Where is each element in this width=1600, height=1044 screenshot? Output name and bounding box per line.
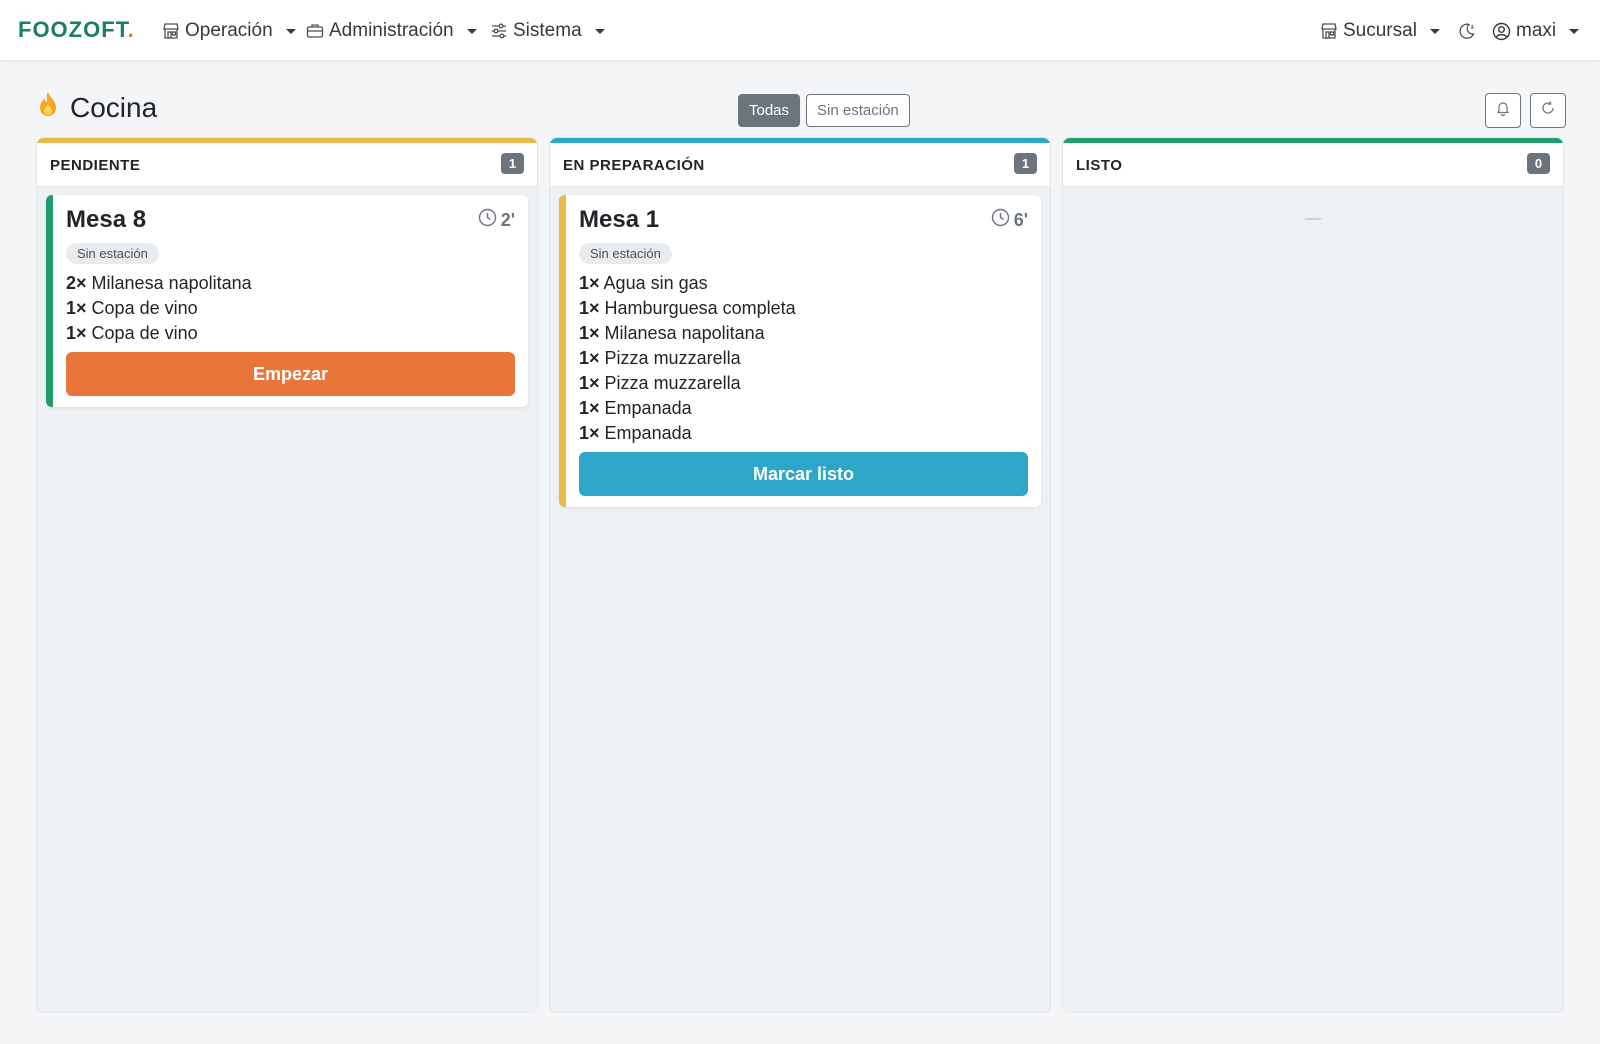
list-item: 1× Hamburguesa completa <box>579 298 796 318</box>
elapsed-time: 6' <box>991 208 1028 232</box>
list-item: 1× Milanesa napolitana <box>579 323 765 343</box>
filter-todas-button[interactable]: Todas <box>738 94 801 127</box>
card-title: Mesa 8 <box>66 206 147 233</box>
list-item: 1× Copa de vino <box>66 323 198 343</box>
nav-administracion-label: Administración <box>329 20 454 41</box>
clock-icon <box>991 208 1010 232</box>
count-badge: 0 <box>1527 153 1550 174</box>
card-accent-bar <box>559 195 566 507</box>
branch-label: Sucursal <box>1343 20 1417 41</box>
card-accent-bar <box>46 195 53 407</box>
column-header: LISTO 0 <box>1063 143 1563 187</box>
page-title: Cocina <box>36 91 157 124</box>
empty-placeholder: — <box>1305 210 1321 227</box>
station-chip: Sin estación <box>579 243 672 264</box>
order-card: Mesa 8 2' Sin estación 2× Milanesa napol… <box>46 195 528 407</box>
list-item: 1× Pizza muzzarella <box>579 373 741 393</box>
notifications-button[interactable] <box>1485 93 1521 128</box>
list-item: 2× Milanesa napolitana <box>66 273 252 293</box>
sliders-icon <box>490 22 508 40</box>
list-item: 1× Copa de vino <box>66 298 198 318</box>
chevron-down-icon <box>466 28 477 34</box>
column-title: EN PREPARACIÓN <box>563 157 705 174</box>
order-card: Mesa 1 6' Sin estación 1× Agua sin gas 1… <box>559 195 1041 507</box>
page-title-text: Cocina <box>70 91 158 123</box>
elapsed-time-value: 2' <box>500 209 515 230</box>
chevron-down-icon <box>1429 28 1440 34</box>
store-icon <box>162 22 180 40</box>
card-title: Mesa 1 <box>579 206 660 233</box>
column-pendiente: PENDIENTE 1 Mesa 8 2' Sin estación 2× Mi… <box>36 137 538 1013</box>
chevron-down-icon <box>1569 28 1580 34</box>
nav-operacion-menu[interactable]: Operación <box>162 18 296 44</box>
nav-administracion-menu[interactable]: Administración <box>306 18 477 44</box>
column-en-preparacion: EN PREPARACIÓN 1 Mesa 1 6' Sin estación … <box>549 137 1051 1013</box>
station-filter-group: Todas Sin estación <box>738 94 910 127</box>
top-navbar: FOOZOFT. Operación Administración Sistem… <box>0 0 1600 61</box>
list-item: 1× Empanada <box>579 398 692 418</box>
count-badge: 1 <box>501 153 524 174</box>
column-listo: LISTO 0 — <box>1062 137 1564 1013</box>
order-items-list: 1× Agua sin gas 1× Hamburguesa completa … <box>579 271 1028 446</box>
branch-selector[interactable]: Sucursal <box>1320 18 1440 44</box>
column-title: PENDIENTE <box>50 157 141 174</box>
clock-icon <box>478 208 497 232</box>
chevron-down-icon <box>285 28 296 34</box>
nav-sistema-menu[interactable]: Sistema <box>490 18 605 44</box>
filter-sin-estacion-button[interactable]: Sin estación <box>806 94 910 127</box>
bell-icon <box>1495 100 1511 121</box>
station-chip: Sin estación <box>66 243 159 264</box>
refresh-button[interactable] <box>1530 93 1566 128</box>
nav-operacion-label: Operación <box>185 20 273 41</box>
moon-icon <box>1458 22 1476 40</box>
nav-sistema-label: Sistema <box>513 20 582 41</box>
list-item: 1× Empanada <box>579 423 692 443</box>
count-badge: 1 <box>1014 153 1037 174</box>
user-menu[interactable]: maxi <box>1492 18 1580 44</box>
chevron-down-icon <box>594 28 605 34</box>
list-item: 1× Agua sin gas <box>579 273 708 293</box>
list-item: 1× Pizza muzzarella <box>579 348 741 368</box>
theme-toggle[interactable] <box>1458 18 1476 44</box>
refresh-icon <box>1540 100 1556 121</box>
column-title: LISTO <box>1076 157 1123 174</box>
brand-logo[interactable]: FOOZOFT. <box>18 17 135 43</box>
store-icon <box>1320 22 1338 40</box>
elapsed-time: 2' <box>478 208 515 232</box>
briefcase-icon <box>306 22 324 40</box>
order-items-list: 2× Milanesa napolitana 1× Copa de vino 1… <box>66 271 515 346</box>
column-header: PENDIENTE 1 <box>37 143 537 187</box>
column-header: EN PREPARACIÓN 1 <box>550 143 1050 187</box>
fire-icon <box>36 91 60 124</box>
user-label: maxi <box>1516 20 1557 41</box>
start-order-button[interactable]: Empezar <box>66 352 515 396</box>
mark-ready-button[interactable]: Marcar listo <box>579 452 1028 496</box>
elapsed-time-value: 6' <box>1013 209 1028 230</box>
user-circle-icon <box>1492 22 1511 41</box>
